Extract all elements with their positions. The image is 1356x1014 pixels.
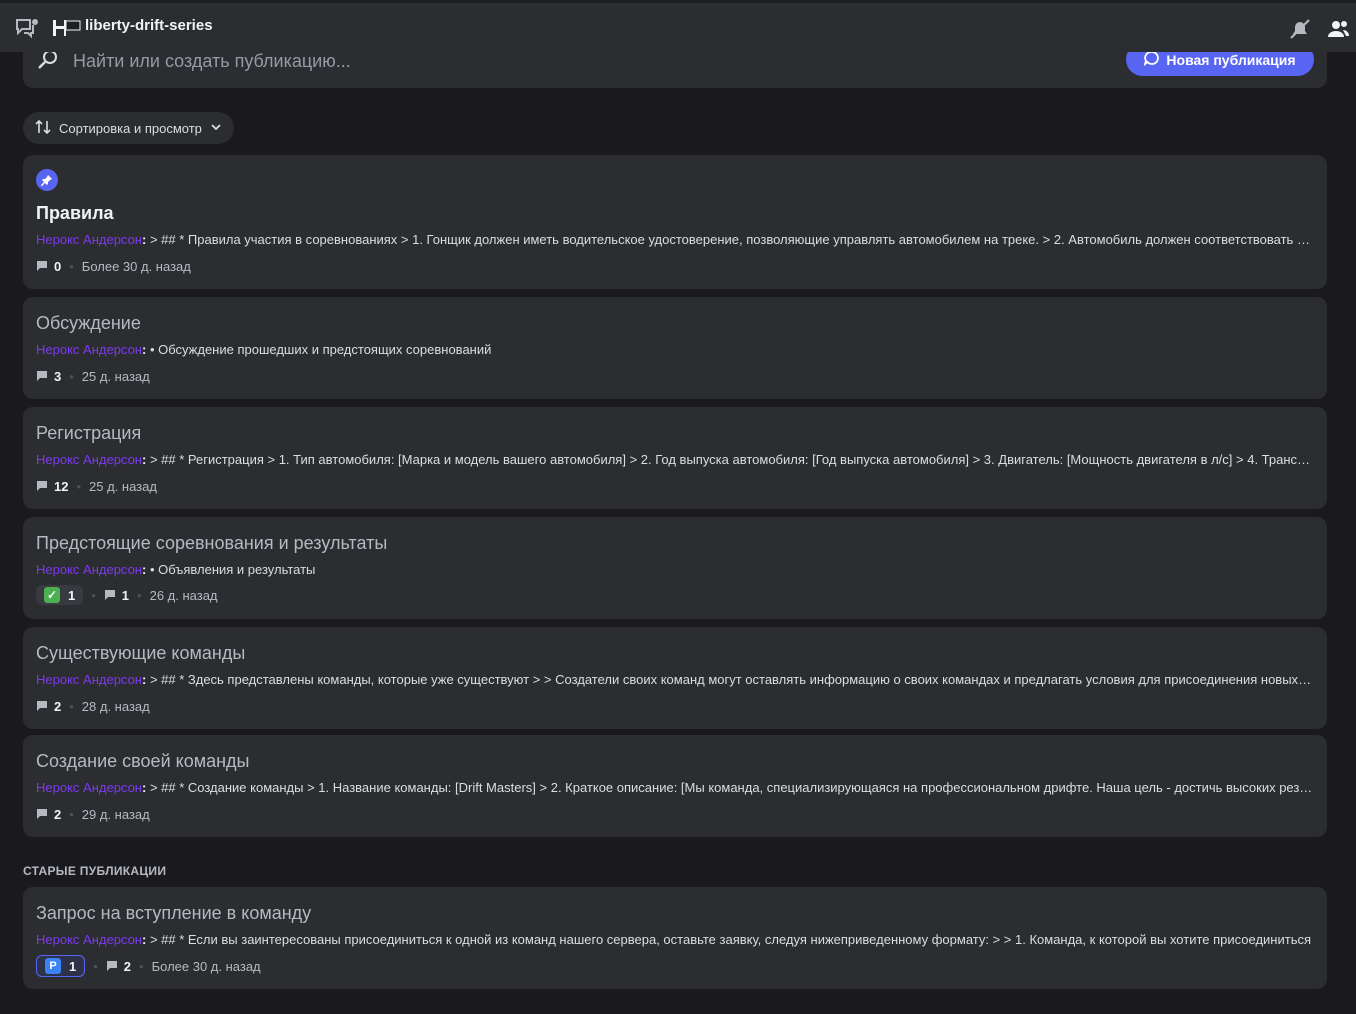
sort-view-button[interactable]: Сортировка и просмотр [23,112,234,144]
new-post-label: Новая публикация [1166,51,1296,68]
post-card[interactable]: Правила Нерокс Андерсон: > ## * Правила … [23,155,1327,289]
post-preview: Нерокс Андерсон: • Обсуждение прошедших … [36,342,492,357]
reaction-badge[interactable]: P 1 [36,955,86,977]
sort-icon [35,119,51,138]
comment-count: 2 [106,959,131,974]
chevron-down-icon [210,121,222,136]
comment-count: 1 [104,588,129,603]
post-time: 28 д. назад [81,699,150,714]
search-input[interactable] [71,50,975,73]
post-card[interactable]: Существующие команды Нерокс Андерсон: > … [23,627,1327,729]
comment-icon [36,479,48,494]
post-meta: P 1 • 2 • Более 30 д. назад [36,955,261,977]
post-author[interactable]: Нерокс Андерсон [36,452,142,467]
comment-count: 0 [36,259,61,274]
post-preview-text: > ## * Создание команды > 1. Название ко… [149,780,1314,795]
post-title: Создание своей команды [36,751,250,771]
post-card[interactable]: Запрос на вступление в команду Нерокс Ан… [23,887,1327,989]
comment-count: 3 [36,369,61,384]
flag-icon [52,18,84,43]
comment-icon [106,959,118,974]
post-author[interactable]: Нерокс Андерсон [36,342,142,357]
post-time: Более 30 д. назад [81,259,191,274]
post-preview: Нерокс Андерсон: > ## * Регистрация > 1.… [36,452,1314,467]
comment-count: 2 [36,699,61,714]
post-preview-text: > ## * Правила участия в соревнованиях >… [149,232,1314,247]
post-preview-text: • Объявления и результаты [149,562,316,577]
search-icon [37,48,59,75]
post-preview: Нерокс Андерсон: > ## * Если вы заинтере… [36,932,1312,947]
check-mark-icon: ✓ [44,587,60,603]
post-meta: ✓ 1 • 1 • 26 д. назад [36,585,218,605]
comment-icon [104,588,116,603]
pin-icon [36,169,58,191]
post-card[interactable]: Создание своей команды Нерокс Андерсон: … [23,735,1327,837]
post-card[interactable]: Предстоящие соревнования и результаты Не… [23,517,1327,619]
post-meta: 12 • 25 д. назад [36,479,157,494]
post-preview: Нерокс Андерсон: > ## * Здесь представле… [36,672,1314,687]
post-title: Запрос на вступление в команду [36,903,312,923]
forum-channel-icon[interactable] [14,17,40,44]
comment-icon [36,807,48,822]
post-card[interactable]: Обсуждение Нерокс Андерсон: • Обсуждение… [23,297,1327,399]
post-preview: Нерокс Андерсон: • Объявления и результа… [36,562,316,577]
comment-icon [36,369,48,384]
post-meta: 2 • 29 д. назад [36,807,150,822]
p-letter-icon: P [45,958,61,974]
post-time: 25 д. назад [81,369,150,384]
post-author[interactable]: Нерокс Андерсон [36,780,142,795]
post-author[interactable]: Нерокс Андерсон [36,672,142,687]
comment-icon [36,699,48,714]
reaction-badge[interactable]: ✓ 1 [36,585,84,605]
channel-name: liberty-drift-series [85,17,213,34]
section-old-posts: СТАРЫЕ ПУБЛИКАЦИИ [23,864,167,878]
post-author[interactable]: Нерокс Андерсон [36,562,142,577]
notification-mute-icon[interactable] [1288,17,1312,46]
post-preview-text: > ## * Если вы заинтересованы присоедини… [149,932,1312,947]
sort-label: Сортировка и просмотр [59,120,202,136]
post-preview: Нерокс Андерсон: > ## * Создание команды… [36,780,1314,795]
comment-count: 12 [36,479,68,494]
post-preview-text: • Обсуждение прошедших и предстоящих сор… [149,342,492,357]
post-title: Регистрация [36,423,142,443]
post-time: Более 30 д. назад [151,958,261,974]
comment-count: 2 [36,807,61,822]
post-time: 25 д. назад [89,479,157,494]
chat-bubble-icon [1143,50,1160,69]
channel-header: liberty-drift-series [0,0,1356,52]
members-icon[interactable] [1326,17,1350,46]
post-title: Существующие команды [36,643,246,663]
post-preview: Нерокс Андерсон: > ## * Правила участия … [36,232,1314,247]
post-preview-text: > ## * Регистрация > 1. Тип автомобиля: … [149,452,1314,467]
post-card[interactable]: Регистрация Нерокс Андерсон: > ## * Реги… [23,407,1327,509]
post-meta: 0 • Более 30 д. назад [36,259,191,274]
post-preview-text: > ## * Здесь представлены команды, котор… [149,672,1314,687]
post-meta: 2 • 28 д. назад [36,699,150,714]
comment-icon [36,259,48,274]
post-author[interactable]: Нерокс Андерсон [36,932,142,947]
post-meta: 3 • 25 д. назад [36,369,150,384]
post-title: Предстоящие соревнования и результаты [36,533,388,553]
post-author[interactable]: Нерокс Андерсон [36,232,142,247]
post-title: Правила [36,203,114,223]
post-time: 26 д. назад [149,587,218,603]
post-time: 29 д. назад [81,807,150,822]
post-title: Обсуждение [36,313,141,333]
